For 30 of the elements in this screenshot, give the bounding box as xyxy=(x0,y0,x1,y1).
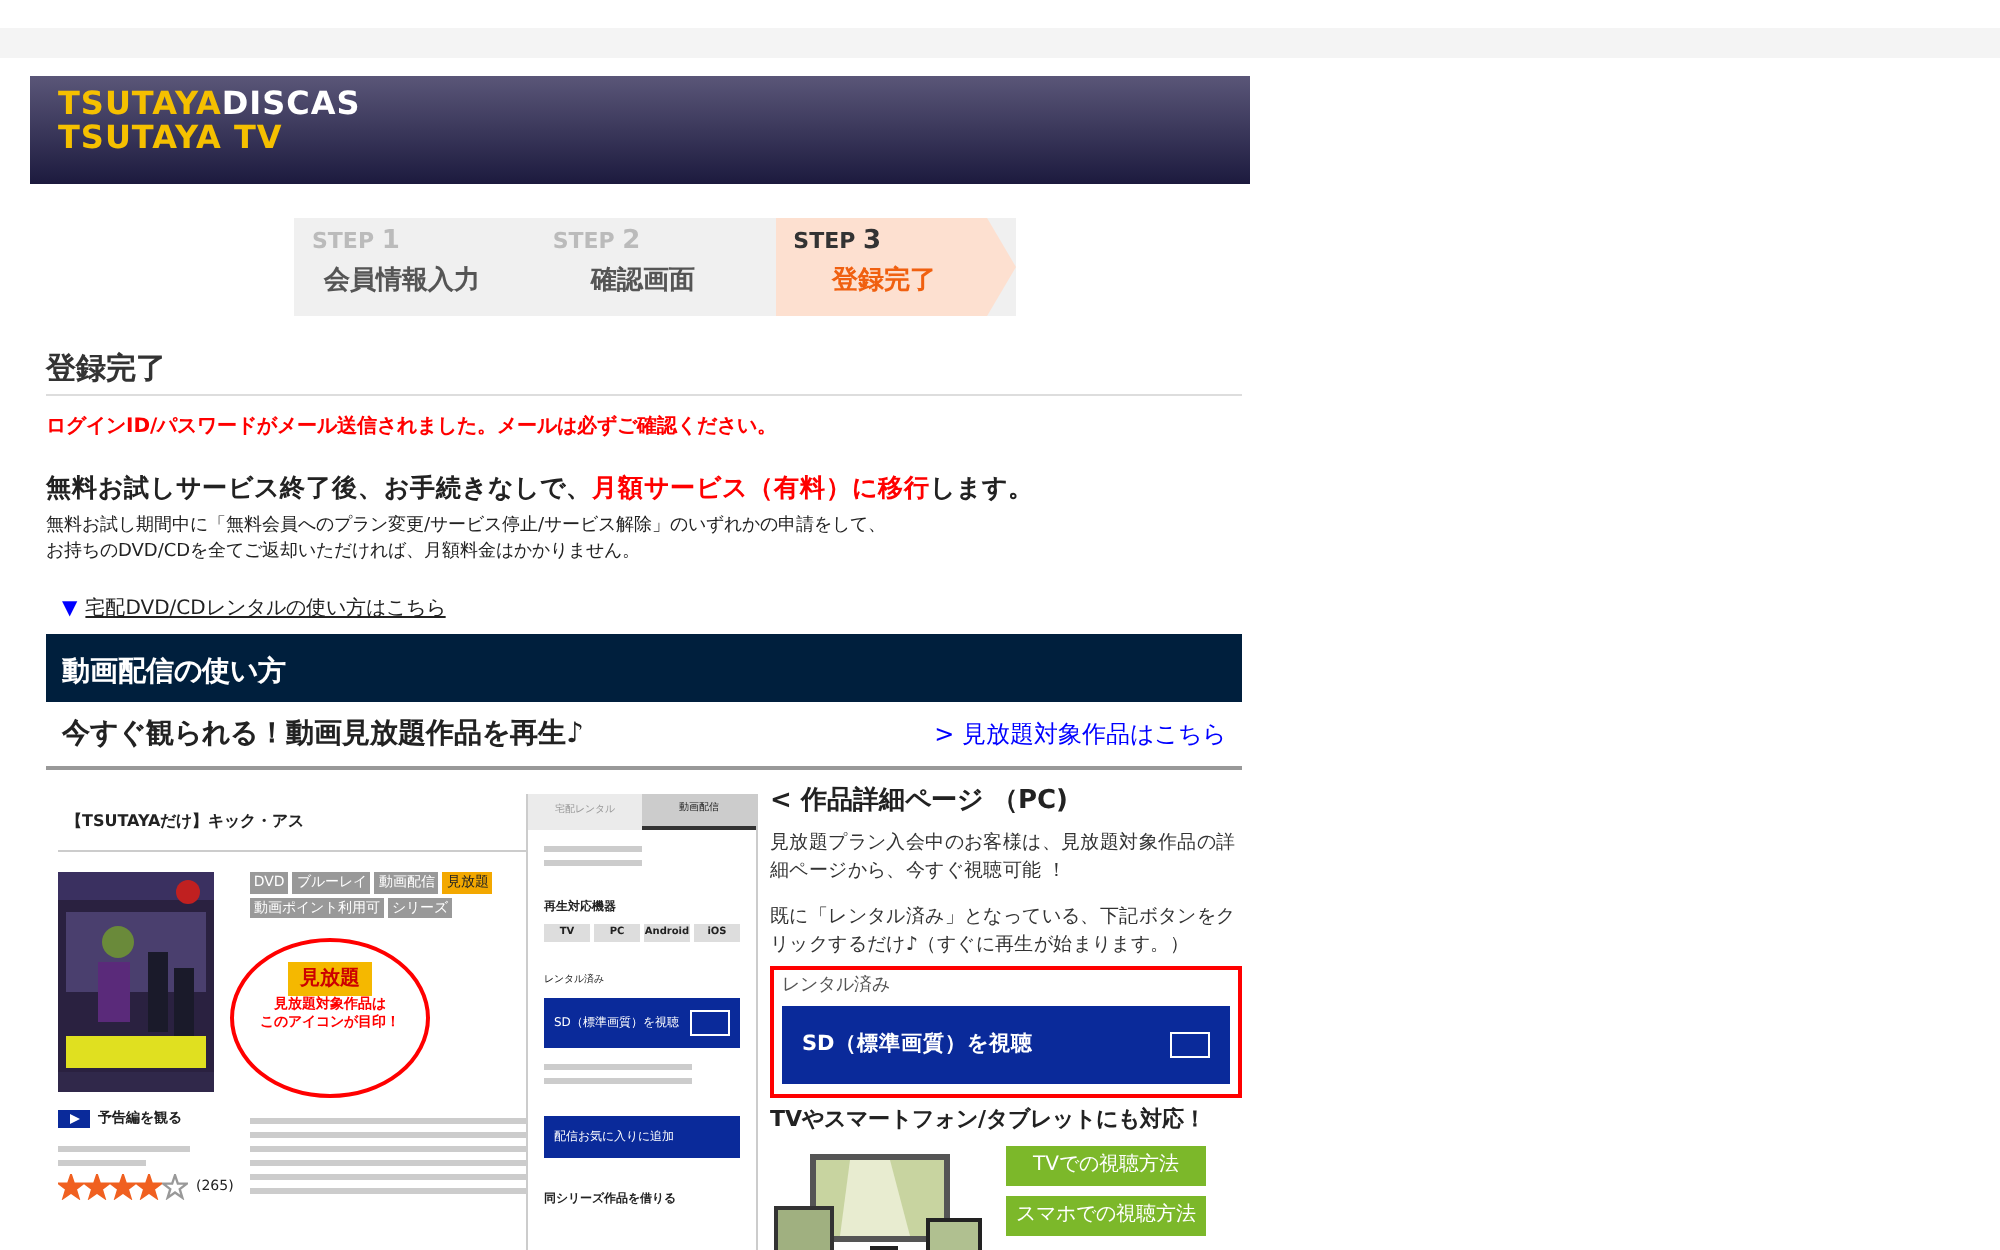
step-indicator: STEP 3 登録完了 xyxy=(775,218,1016,316)
blurred-text xyxy=(58,1159,146,1166)
star-icon xyxy=(58,1173,84,1200)
subheading: 今すぐ観られる！動画見放題作品を再生♪ xyxy=(62,715,584,754)
note-text: お持ちのDVD/CDを全てご返却いただければ、月額料金はかかりません。 xyxy=(46,540,643,567)
logo: TSUTAYADISCAS xyxy=(58,84,361,122)
product-title: 【TSUTAYAだけ】キック・アス xyxy=(58,810,526,853)
guide-title: < 作品詳細ページ （PC) xyxy=(770,784,1070,821)
logo: TSUTAYA TV xyxy=(58,121,285,156)
blurred-text xyxy=(544,845,642,852)
lead-text: 無料お試しサービス終了後、お手続きなしで、月額サービス（有料）に移行 します。 xyxy=(46,469,1036,505)
play-button[interactable] xyxy=(58,1108,90,1130)
guide-text: 見放題プラン入会中のお客様は、見放題対象作品の詳細ページから、今すぐ視聴可能 ！ xyxy=(770,829,1238,886)
blurred-text xyxy=(58,1145,190,1152)
note-text: 無料お試し期間中に「無料会員へのプラン変更/サービス停止/サービス解除」のいずれかの申請をして、 xyxy=(46,514,889,541)
devices-heading: TVやスマートフォン/タブレットにも対応！ xyxy=(770,1104,1209,1137)
watch-button[interactable]: SD（標準画質）を視聴 xyxy=(782,1006,1230,1085)
section-heading: 登録完了 xyxy=(46,346,1242,395)
rented-label: レンタル済み xyxy=(782,973,892,1000)
blurred-text xyxy=(544,859,642,866)
star-icon xyxy=(110,1173,136,1200)
triangle-icon: ▼ xyxy=(62,594,78,625)
star-icon xyxy=(162,1173,188,1200)
section-title-bar: 動画配信の使い方 xyxy=(46,634,1242,703)
catalog-link[interactable]: > 見放題対象作品はこちら xyxy=(934,716,1226,753)
dvd-rental-link[interactable]: 宅配DVD/CDレンタルの使い方はこちら xyxy=(85,594,446,625)
notice-text: ログインID/パスワードがメール送信されました。メールは必ずご確認ください。 xyxy=(46,413,780,441)
guide-text: 既に「レンタル済み」となっている、下記ボタンをクリックするだけ♪（すぐに再生が始まります。） xyxy=(770,903,1238,960)
star-icon xyxy=(136,1173,162,1200)
star-icon xyxy=(84,1173,110,1200)
